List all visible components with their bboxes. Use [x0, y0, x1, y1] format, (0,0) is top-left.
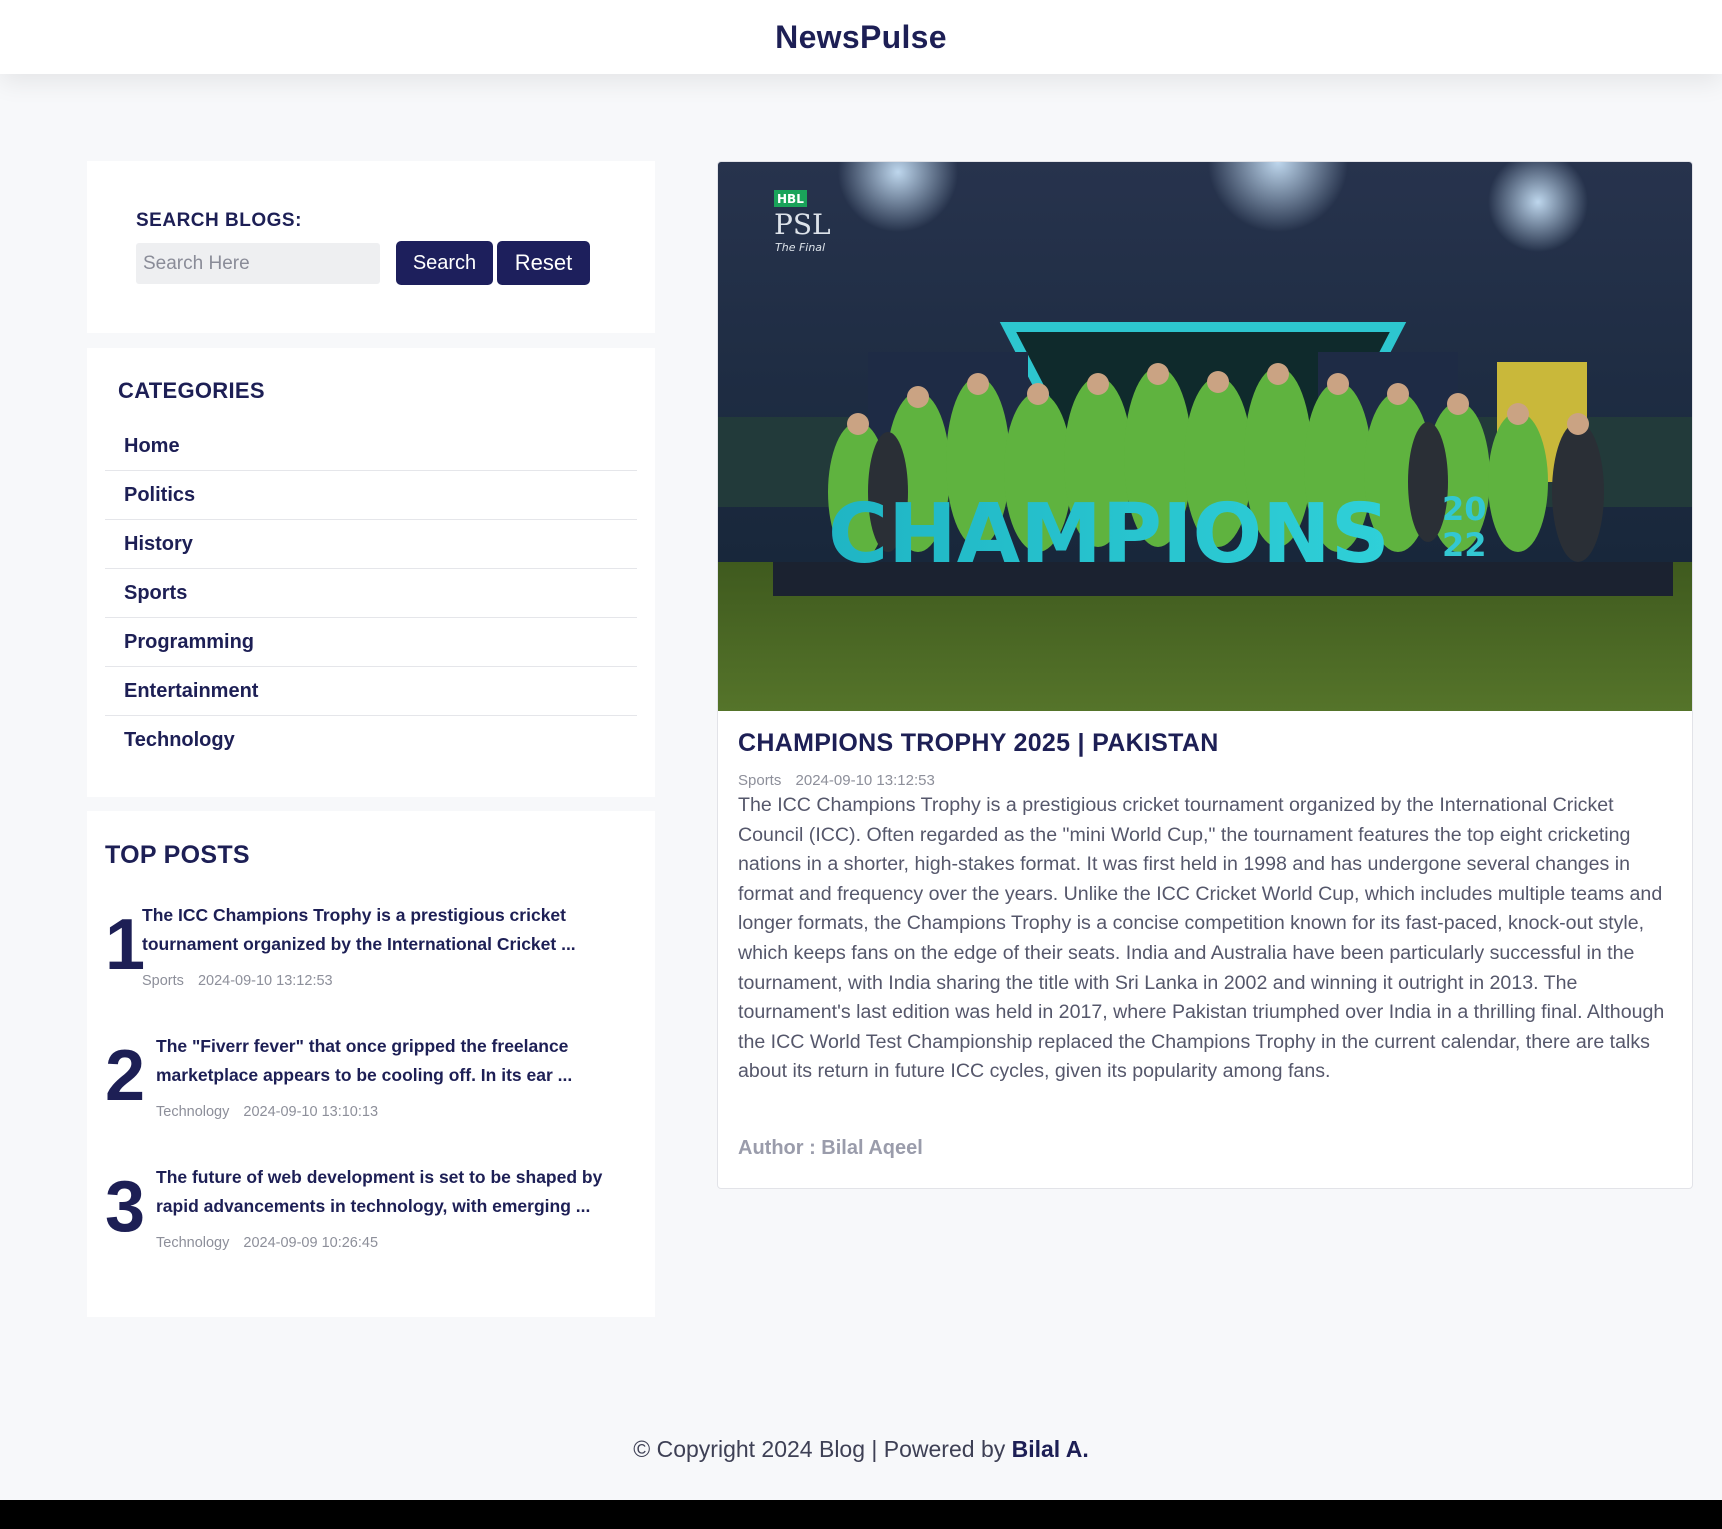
- bottom-bar: [0, 1500, 1722, 1529]
- article-category: Sports: [738, 772, 782, 789]
- hero-logo-name: PSL: [774, 208, 831, 241]
- post-date: 2024-09-10 13:10:13: [243, 1104, 379, 1120]
- category-item-entertainment[interactable]: Entertainment: [105, 667, 637, 716]
- category-item-politics[interactable]: Politics: [105, 471, 637, 520]
- hero-logo-badge: HBL: [777, 192, 804, 206]
- footer-author: Bilal A.: [1011, 1436, 1089, 1462]
- site-brand[interactable]: NewsPulse: [775, 19, 947, 56]
- article-author: Author : Bilal Aqeel: [738, 1137, 923, 1159]
- post-excerpt[interactable]: The future of web development is set to …: [156, 1163, 646, 1221]
- article-body: The ICC Champions Trophy is a prestigiou…: [738, 794, 1665, 1083]
- post-excerpt[interactable]: The "Fiverr fever" that once gripped the…: [156, 1032, 646, 1090]
- search-heading: SEARCH BLOGS:: [136, 210, 302, 231]
- footer-copyright: © Copyright 2024 Blog | Powered by: [633, 1436, 1012, 1462]
- article-date: 2024-09-10 13:12:53: [795, 772, 935, 789]
- post-excerpt[interactable]: The ICC Champions Trophy is a prestigiou…: [142, 901, 642, 959]
- hero-banner-year-bottom: 22: [1442, 526, 1487, 564]
- post-category: Technology: [156, 1104, 230, 1120]
- category-item-sports[interactable]: Sports: [105, 569, 637, 618]
- post-date: 2024-09-10 13:12:53: [197, 973, 333, 989]
- category-item-programming[interactable]: Programming: [105, 618, 637, 667]
- post-rank: 2: [105, 1036, 146, 1116]
- post-category: Technology: [156, 1235, 230, 1251]
- post-meta: Technology 2024-09-09 10:26:45: [156, 1235, 646, 1251]
- hero-logo-sub: The Final: [775, 241, 825, 254]
- categories-list: Home Politics History Sports Programming…: [105, 422, 637, 765]
- article-hero-image: CHAMPIONS 20 22 HBL PSL The Final: [718, 162, 1692, 711]
- categories-heading: CATEGORIES: [118, 378, 265, 403]
- post-meta: Technology 2024-09-10 13:10:13: [156, 1104, 646, 1120]
- search-input[interactable]: [136, 243, 380, 284]
- post-date: 2024-09-09 10:26:45: [243, 1235, 379, 1251]
- search-panel: SEARCH BLOGS: Search Reset: [87, 161, 655, 333]
- top-posts-panel: TOP POSTS 1 The ICC Champions Trophy is …: [87, 811, 655, 1317]
- post-meta: Sports 2024-09-10 13:12:53: [142, 973, 642, 989]
- category-item-technology[interactable]: Technology: [105, 716, 637, 765]
- article-meta: Sports 2024-09-10 13:12:53: [738, 772, 945, 789]
- top-posts-heading: TOP POSTS: [105, 841, 250, 869]
- site-footer: © Copyright 2024 Blog | Powered by Bilal…: [0, 1436, 1722, 1463]
- categories-panel: CATEGORIES Home Politics History Sports …: [87, 348, 655, 797]
- article-title: CHAMPIONS TROPHY 2025 | PAKISTAN: [738, 729, 1219, 757]
- article-card: CHAMPIONS 20 22 HBL PSL The Final CHAMPI…: [717, 161, 1693, 1189]
- site-header: NewsPulse: [0, 0, 1722, 74]
- post-rank: 3: [105, 1167, 146, 1247]
- category-item-home[interactable]: Home: [105, 422, 637, 471]
- search-button[interactable]: Search: [396, 241, 493, 285]
- reset-button[interactable]: Reset: [497, 241, 590, 285]
- post-category: Sports: [142, 973, 184, 989]
- post-rank: 1: [105, 905, 146, 985]
- hero-banner-year-top: 20: [1442, 490, 1487, 528]
- hero-banner-text: CHAMPIONS: [828, 487, 1390, 582]
- category-item-history[interactable]: History: [105, 520, 637, 569]
